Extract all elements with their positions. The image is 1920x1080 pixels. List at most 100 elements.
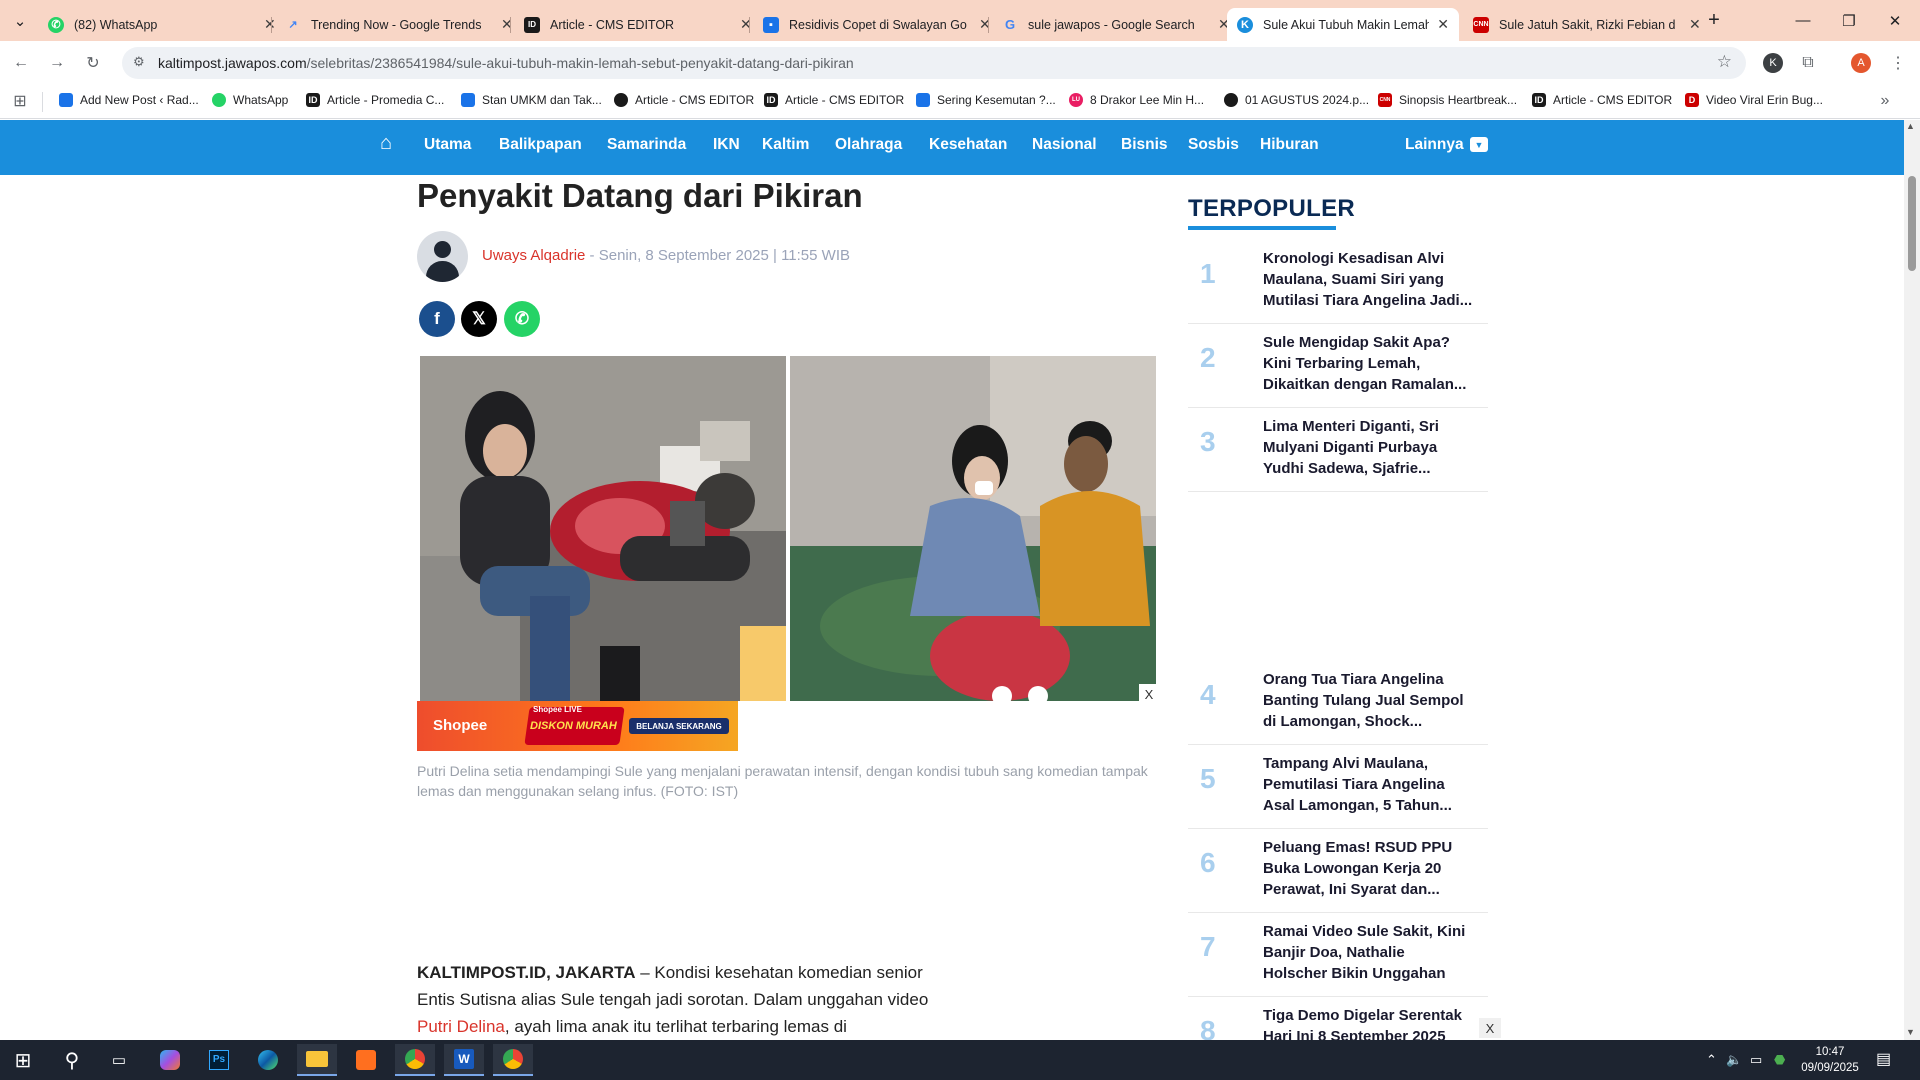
- putri-delina-link[interactable]: Putri Delina: [417, 1017, 505, 1036]
- tab-kaltimpost-active[interactable]: K Sule Akui Tubuh Makin Lemah, ✕: [1227, 8, 1459, 41]
- reload-icon[interactable]: ↻: [82, 52, 104, 74]
- whatsapp-icon: ✆: [48, 16, 64, 33]
- forward-icon[interactable]: →: [46, 52, 68, 74]
- volume-icon[interactable]: 🔈: [1726, 1052, 1742, 1068]
- bookmark-item[interactable]: ID Article - Promedia C...: [306, 93, 444, 107]
- chrome-icon[interactable]: [395, 1044, 435, 1076]
- scroll-up-icon[interactable]: ▲: [1906, 121, 1915, 131]
- popular-item[interactable]: 7 Ramai Video Sule Sakit, Kini Banjir Doa…: [1188, 913, 1488, 997]
- nav-lainnya[interactable]: Lainnya: [1405, 136, 1464, 154]
- article-photo-right: [790, 356, 1156, 701]
- author-avatar[interactable]: [417, 231, 468, 282]
- search-icon[interactable]: ⚲: [52, 1044, 92, 1076]
- popular-item[interactable]: 2 Sule Mengidap Sakit Apa? Kini Terbaring…: [1188, 324, 1488, 408]
- apps-grid-icon[interactable]: ⊞: [9, 90, 31, 112]
- chrome-profile-icon[interactable]: [493, 1044, 533, 1076]
- task-view-icon[interactable]: ▭: [99, 1044, 139, 1076]
- security-icon[interactable]: ⬣: [1774, 1052, 1785, 1068]
- popular-item[interactable]: 3 Lima Menteri Diganti, Sri Mulyani Digan…: [1188, 408, 1488, 492]
- minimize-icon[interactable]: —: [1780, 0, 1826, 41]
- article-body: KALTIMPOST.ID, JAKARTA – Kondisi kesehat…: [417, 963, 929, 1036]
- close-window-icon[interactable]: ✕: [1872, 0, 1918, 41]
- facebook-share-icon[interactable]: f: [419, 301, 455, 337]
- profile-avatar[interactable]: A: [1851, 53, 1871, 73]
- bookmark-item[interactable]: WhatsApp: [212, 93, 288, 107]
- popular-item[interactable]: 5 Tampang Alvi Maulana, Pemutilasi Tiara …: [1188, 745, 1488, 829]
- bookmark-item[interactable]: Sering Kesemutan ?...: [916, 93, 1056, 107]
- close-tab-icon[interactable]: ✕: [1437, 16, 1449, 33]
- extensions-icon[interactable]: ⧉: [1797, 52, 1819, 74]
- popular-item[interactable]: 1 Kronologi Kesadisan Alvi Maulana, Suami…: [1188, 240, 1488, 324]
- shop-now-button[interactable]: BELANJA SEKARANG: [629, 718, 729, 734]
- cms-icon: ID: [306, 93, 320, 107]
- system-clock[interactable]: 10:47 09/09/2025: [1797, 1044, 1863, 1076]
- notifications-icon[interactable]: ▤: [1876, 1049, 1891, 1069]
- tab-sule-jatuh-sakit[interactable]: CNN Sule Jatuh Sakit, Rizki Febian d ✕: [1463, 8, 1711, 41]
- nav-samarinda[interactable]: Samarinda: [607, 136, 686, 154]
- bookmark-item[interactable]: Add New Post ‹ Rad...: [59, 93, 199, 107]
- scroll-down-icon[interactable]: ▼: [1906, 1027, 1915, 1037]
- extension-avatar[interactable]: K: [1763, 53, 1783, 73]
- bookmark-item[interactable]: LU 8 Drakor Lee Min H...: [1069, 93, 1204, 107]
- nav-kesehatan[interactable]: Kesehatan: [929, 136, 1007, 154]
- popular-item[interactable]: 8 Tiga Demo Digelar Serentak Hari Ini 8 S…: [1188, 997, 1488, 1040]
- nav-kaltim[interactable]: Kaltim: [762, 136, 809, 154]
- nav-balikpapan[interactable]: Balikpapan: [499, 136, 582, 154]
- whatsapp-icon: [212, 93, 226, 107]
- tab-residivis[interactable]: ▪ Residivis Copet di Swalayan Go ✕: [753, 8, 1001, 41]
- bookmark-item[interactable]: Stan UMKM dan Tak...: [461, 93, 602, 107]
- whatsapp-share-icon[interactable]: ✆: [504, 301, 540, 337]
- home-icon[interactable]: ⌂: [380, 132, 392, 155]
- bookmark-item[interactable]: 01 AGUSTUS 2024.p...: [1224, 93, 1369, 107]
- bookmark-item[interactable]: CNN Sinopsis Heartbreak...: [1378, 93, 1517, 107]
- scrollbar-thumb[interactable]: [1908, 176, 1916, 271]
- word-icon[interactable]: W: [444, 1044, 484, 1076]
- bookmark-item[interactable]: D Video Viral Erin Bug...: [1685, 93, 1823, 107]
- photoshop-icon[interactable]: Ps: [199, 1044, 239, 1076]
- back-icon[interactable]: ←: [10, 52, 32, 74]
- close-tab-icon[interactable]: ✕: [264, 16, 276, 33]
- dropdown-icon[interactable]: ▼: [1470, 137, 1488, 152]
- article-headline: Penyakit Datang dari Pikiran: [417, 177, 863, 214]
- site-info-icon[interactable]: ⚙: [133, 54, 145, 70]
- file-explorer-icon[interactable]: [297, 1044, 337, 1076]
- nav-sosbis[interactable]: Sosbis: [1188, 136, 1239, 154]
- article-date: - Senin, 8 September 2025 | 11:55 WIB: [585, 247, 850, 264]
- address-bar[interactable]: ⚙ kaltimpost.jawapos.com/selebritas/2386…: [122, 47, 1746, 79]
- popular-item[interactable]: 6 Peluang Emas! RSUD PPU Buka Lowongan Ke…: [1188, 829, 1488, 913]
- shopee-ad-banner[interactable]: Shopee Shopee LIVE DISKON MURAH BELANJA …: [417, 701, 738, 751]
- tab-cms-editor[interactable]: ID Article - CMS EDITOR ✕: [514, 8, 762, 41]
- more-bookmarks-icon[interactable]: »: [1874, 90, 1896, 112]
- bookmark-item[interactable]: Article - CMS EDITOR: [614, 93, 754, 107]
- ad-close-button[interactable]: X: [1479, 1018, 1501, 1038]
- nav-ikn[interactable]: IKN: [713, 136, 740, 154]
- tray-overflow-icon[interactable]: ⌃: [1706, 1052, 1717, 1068]
- cms-icon: ID: [764, 93, 778, 107]
- ad-close-button[interactable]: X: [1139, 684, 1159, 704]
- start-icon[interactable]: ⊞: [3, 1044, 43, 1076]
- popular-item[interactable]: 4 Orang Tua Tiara Angelina Banting Tulang…: [1188, 661, 1488, 745]
- nav-olahraga[interactable]: Olahraga: [835, 136, 902, 154]
- url-host: kaltimpost.jawapos.com: [158, 55, 307, 71]
- edge-icon[interactable]: [248, 1044, 288, 1076]
- nav-hiburan[interactable]: Hiburan: [1260, 136, 1319, 154]
- blogger-icon[interactable]: [346, 1044, 386, 1076]
- copilot-icon[interactable]: [150, 1044, 190, 1076]
- author-link[interactable]: Uways Alqadrie: [482, 247, 585, 264]
- tab-google-search[interactable]: Gsule jawapos - Google Search ✕: [992, 8, 1240, 41]
- bookmark-item[interactable]: ID Article - CMS EDITOR: [764, 93, 904, 107]
- network-icon[interactable]: ▭: [1750, 1052, 1762, 1068]
- nav-bisnis[interactable]: Bisnis: [1121, 136, 1168, 154]
- restore-icon[interactable]: ❐: [1826, 0, 1872, 41]
- new-tab-button[interactable]: +: [1691, 0, 1737, 41]
- tab-search-icon[interactable]: ⌄: [0, 0, 40, 41]
- article-dateline: KALTIMPOST.ID, JAKARTA: [417, 963, 636, 982]
- nav-nasional[interactable]: Nasional: [1032, 136, 1097, 154]
- tab-whatsapp[interactable]: ✆ (82) WhatsApp ✕: [38, 8, 286, 41]
- menu-icon[interactable]: ⋮: [1887, 52, 1909, 74]
- tab-google-trends[interactable]: ↗ Trending Now - Google Trends ✕: [275, 8, 523, 41]
- nav-utama[interactable]: Utama: [424, 136, 471, 154]
- bookmark-star-icon[interactable]: ☆: [1717, 52, 1732, 72]
- bookmark-item[interactable]: ID Article - CMS EDITOR: [1532, 93, 1672, 107]
- x-share-icon[interactable]: 𝕏: [461, 301, 497, 337]
